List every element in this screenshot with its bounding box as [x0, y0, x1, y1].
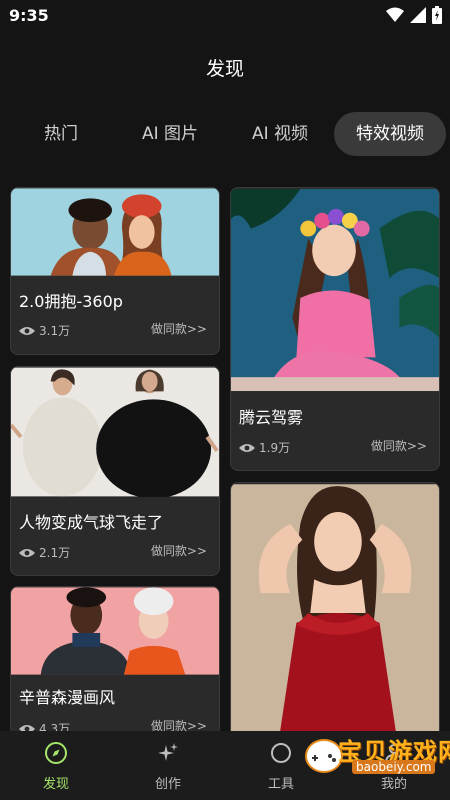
card-thumbnail — [231, 484, 439, 741]
tab-ai-video[interactable]: AI 视频 — [238, 112, 322, 156]
template-card[interactable] — [230, 482, 440, 742]
site-watermark: 宝贝游戏网 baobeiy.com — [302, 730, 450, 780]
card-thumbnail — [11, 367, 219, 497]
card-title: 腾云驾雾 — [239, 408, 304, 427]
card-title: 辛普森漫画风 — [19, 688, 116, 707]
status-icons — [386, 6, 442, 24]
tab-hot[interactable]: 热门 — [22, 112, 100, 156]
nav-label: 发现 — [42, 777, 69, 792]
card-thumbnail — [11, 188, 219, 276]
signal-icon — [410, 7, 426, 23]
tab-effect-video[interactable]: 特效视频 — [334, 112, 446, 156]
view-count-text: 1.9万 — [259, 441, 291, 455]
view-count: 3.1万 — [19, 322, 70, 339]
template-card[interactable]: 腾云驾雾 1.9万 做同款>> — [230, 187, 440, 471]
card-title: 人物变成气球飞走了 — [19, 513, 164, 532]
card-title: 2.0拥抱-360p — [19, 292, 123, 311]
eye-icon — [239, 443, 255, 452]
tab-ai-image[interactable]: AI 图片 — [128, 112, 212, 156]
template-card[interactable]: 人物变成气球飞走了 2.1万 做同款>> — [10, 366, 220, 576]
nav-discover[interactable]: 发现 — [0, 731, 112, 800]
battery-icon — [432, 6, 442, 24]
category-tabs: 热门 AI 图片 AI 视频 特效视频 — [0, 112, 450, 158]
make-same-button[interactable]: 做同款>> — [151, 542, 207, 559]
view-count: 2.1万 — [19, 544, 70, 561]
make-same-button[interactable]: 做同款>> — [371, 437, 427, 454]
view-count: 1.9万 — [239, 439, 290, 456]
status-bar: 9:35 — [0, 0, 450, 32]
eye-icon — [19, 548, 35, 557]
wifi-icon — [386, 7, 404, 22]
page-title: 发现 — [205, 58, 244, 80]
view-count-text: 3.1万 — [39, 324, 71, 338]
watermark-url: baobeiy.com — [352, 760, 436, 774]
nav-label: 创作 — [154, 777, 181, 792]
card-thumbnail — [11, 587, 219, 675]
compass-icon — [45, 742, 67, 764]
card-thumbnail — [231, 188, 439, 392]
status-time: 9:35 — [9, 6, 49, 25]
eye-icon — [19, 326, 35, 335]
template-card[interactable]: 2.0拥抱-360p 3.1万 做同款>> — [10, 187, 220, 355]
make-same-button[interactable]: 做同款>> — [151, 320, 207, 337]
view-count-text: 2.1万 — [39, 546, 71, 560]
tools-icon — [271, 743, 291, 763]
template-card[interactable]: 辛普森漫画风 4.3万 做同款>> — [10, 586, 220, 736]
sparkles-icon — [158, 743, 178, 761]
nav-create[interactable]: 创作 — [112, 731, 224, 800]
